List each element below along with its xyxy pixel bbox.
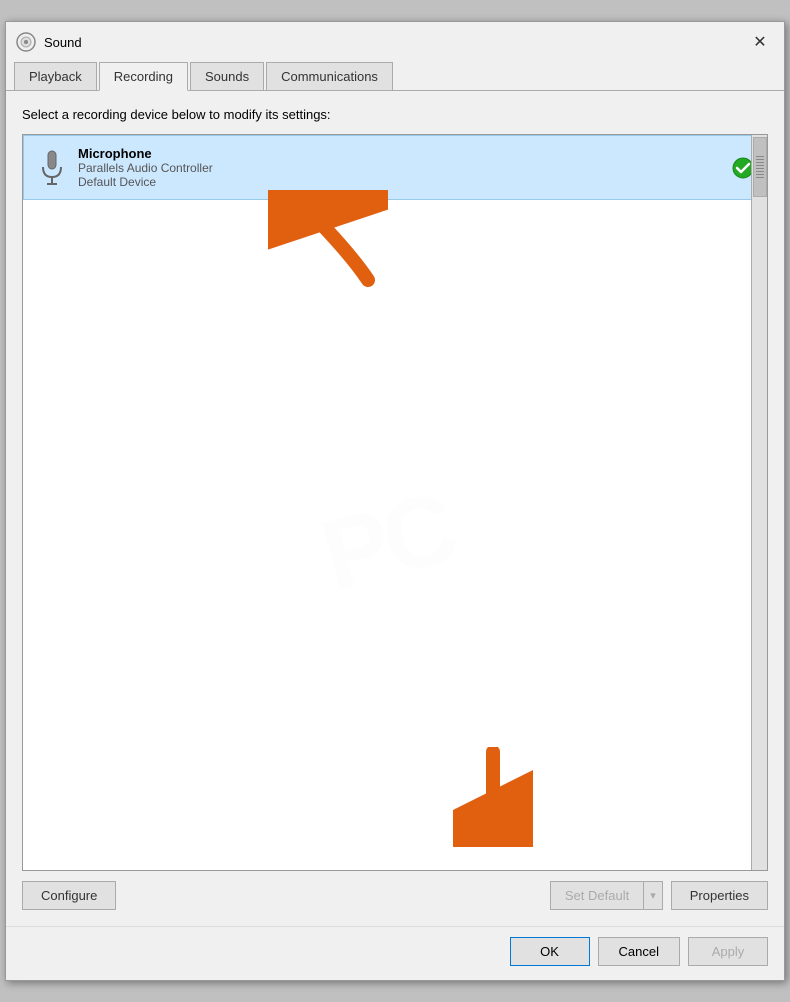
tab-content: Select a recording device below to modif… [6,91,784,926]
set-default-dropdown[interactable]: ▾ [643,881,663,910]
configure-button[interactable]: Configure [22,881,116,910]
device-controller: Parallels Audio Controller [78,161,722,175]
device-status: Default Device [78,175,722,189]
close-button[interactable]: ✕ [746,30,774,54]
tab-playback[interactable]: Playback [14,62,97,90]
watermark: PC [23,215,751,870]
tab-communications[interactable]: Communications [266,62,393,90]
device-item-microphone[interactable]: Microphone Parallels Audio Controller De… [23,135,767,200]
bottom-bar: OK Cancel Apply [6,926,784,980]
device-name: Microphone [78,146,722,161]
instruction-text: Select a recording device below to modif… [22,107,768,122]
ok-button[interactable]: OK [510,937,590,966]
scrollbar[interactable] [751,135,767,870]
microphone-device-icon [36,148,68,188]
title-bar: Sound ✕ [6,22,784,58]
device-list[interactable]: Microphone Parallels Audio Controller De… [22,134,768,871]
properties-button[interactable]: Properties [671,881,768,910]
window-title: Sound [44,35,738,50]
set-default-group: Set Default ▾ [550,881,663,910]
tab-recording[interactable]: Recording [99,62,188,91]
apply-button[interactable]: Apply [688,937,768,966]
set-default-button[interactable]: Set Default [550,881,643,910]
device-info: Microphone Parallels Audio Controller De… [78,146,722,189]
annotation-arrow-up [268,190,388,293]
device-button-row: Configure Set Default ▾ Properties [22,871,768,918]
sound-icon [16,32,36,52]
annotation-arrow-down [453,747,533,850]
sound-dialog: Sound ✕ Playback Recording Sounds Commun… [5,21,785,981]
scrollbar-thumb[interactable] [753,137,767,197]
cancel-button[interactable]: Cancel [598,937,680,966]
tab-bar: Playback Recording Sounds Communications [6,58,784,91]
tab-sounds[interactable]: Sounds [190,62,264,90]
